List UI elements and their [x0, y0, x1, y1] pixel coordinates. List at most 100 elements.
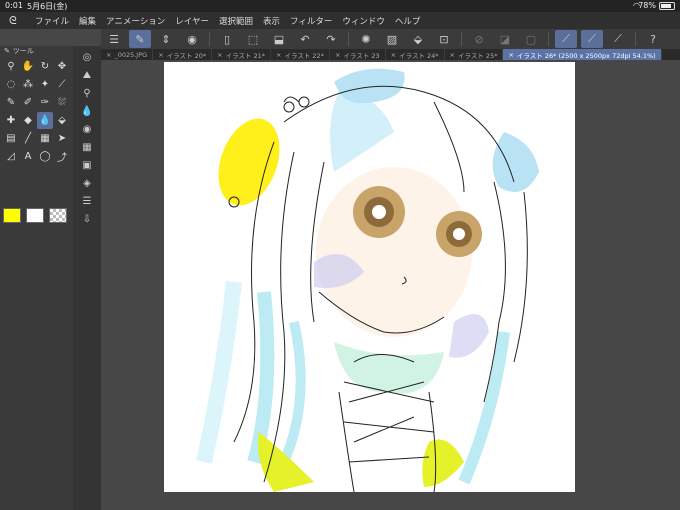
brush-size-icon[interactable]: 💧	[73, 102, 101, 120]
snap-ruler-icon[interactable]: ⟋	[555, 30, 577, 48]
battery-icon	[659, 2, 675, 10]
menu-item-0[interactable]: ファイル	[35, 15, 69, 27]
status-bar: 0:01 5月6日(金) ◠ 78%	[0, 0, 680, 12]
rotate-icon[interactable]: ↻	[37, 58, 53, 75]
menu-icon[interactable]: ☰	[103, 30, 125, 48]
tab-close-icon[interactable]: ×	[335, 51, 340, 59]
snap-grid-icon[interactable]: ⟋	[607, 30, 629, 48]
tool-panel: ✎ ツール ⚲ ✋ ↻ ✥ ◌ ⁂ ✦ ⟋ ✎ ✐ ✑ ⛆ ✚ ◆ 💧 ⬙ ▤ ╱ ▦ ➤ ◿ A ◯ ⤴	[0, 46, 73, 510]
line-icon[interactable]: ╱	[20, 130, 36, 147]
pen-small-icon: ✎	[4, 47, 10, 55]
menu-item-8[interactable]: ヘルプ	[395, 15, 421, 27]
status-date: 5月6日(金)	[27, 2, 68, 11]
export-icon[interactable]: ⇩	[73, 210, 101, 228]
marker-icon[interactable]: ✐	[20, 94, 36, 111]
doc-tab[interactable]: × イラスト 25*	[445, 49, 504, 60]
main-color-swatch[interactable]	[3, 208, 21, 223]
gradient-icon[interactable]: ▤	[3, 130, 19, 147]
lasso-icon[interactable]: ◌	[3, 76, 19, 93]
edit-mode-icon[interactable]: ✎	[129, 30, 151, 48]
text-icon[interactable]: A	[20, 148, 36, 165]
clear-icon[interactable]: ▨	[381, 30, 403, 48]
airbrush-icon[interactable]: ⛆	[54, 94, 70, 111]
tab-label: _0025.JPG	[114, 50, 148, 59]
color-set-icon[interactable]: ▦	[73, 138, 101, 156]
tool-property-icon[interactable]: ⚲	[73, 84, 101, 102]
layer-property-icon[interactable]: ◈	[73, 174, 101, 192]
sub-tool-icon[interactable]: ⛰	[73, 66, 101, 84]
decoration-icon[interactable]: ✚	[3, 112, 19, 129]
tab-close-icon[interactable]: ×	[276, 51, 281, 59]
menu-item-1[interactable]: 編集	[79, 15, 96, 27]
open-file-icon[interactable]: ⬚	[242, 30, 264, 48]
material-icon[interactable]: ▣	[73, 156, 101, 174]
side-icon-bar: ◎ ⛰ ⚲ 💧 ◉ ▦ ▣ ◈ ☰ ⇩	[73, 46, 101, 510]
menu-item-3[interactable]: レイヤー	[175, 15, 209, 27]
frame-icon[interactable]: ▦	[37, 130, 53, 147]
navigator-icon[interactable]: ◎	[73, 48, 101, 66]
sub-color-swatch[interactable]	[26, 208, 44, 223]
tool-panel-title: ツール	[12, 47, 34, 55]
selection-icon[interactable]: ▢	[520, 30, 542, 48]
tab-close-icon[interactable]: ×	[217, 51, 222, 59]
undo-icon[interactable]: ↶	[294, 30, 316, 48]
drawing-canvas[interactable]	[164, 62, 575, 492]
zoom-icon[interactable]: ⚲	[3, 58, 19, 75]
tab-label: イラスト 24*	[399, 51, 439, 60]
menu-item-4[interactable]: 選択範囲	[219, 15, 253, 27]
webcam-icon[interactable]: ◉	[181, 30, 203, 48]
mode-toggle-icon[interactable]: ⇕	[155, 30, 177, 48]
brush-icon[interactable]: ✑	[37, 94, 53, 111]
menu-bar: ᘓ ファイル 編集 アニメーション レイヤー 選択範囲 表示 フィルター ウィンドウ ヘルプ	[0, 12, 680, 29]
hand-icon[interactable]: ✋	[20, 58, 36, 75]
doc-tab[interactable]: × イラスト 26* (2500 x 2500px 72dpi 54.1%)	[503, 49, 662, 60]
operation-icon[interactable]: ➤	[54, 130, 70, 147]
sparkle-icon[interactable]: ✦	[37, 76, 53, 93]
eyedropper-icon[interactable]: ⟋	[54, 76, 70, 93]
tab-close-icon[interactable]: ×	[450, 51, 455, 59]
snap-special-ruler-icon[interactable]: ⟋	[581, 30, 603, 48]
ruler-icon[interactable]: ◿	[3, 148, 19, 165]
doc-tab[interactable]: × イラスト 21*	[212, 49, 272, 60]
help-icon[interactable]: ?	[642, 30, 664, 48]
save-icon[interactable]: ⬓	[268, 30, 290, 48]
menu-item-5[interactable]: 表示	[263, 15, 280, 27]
doc-tab[interactable]: × イラスト 24*	[386, 49, 445, 60]
tab-close-icon[interactable]: ×	[106, 51, 111, 59]
move-icon[interactable]: ✥	[54, 58, 70, 75]
eraser-icon[interactable]: ◆	[20, 112, 36, 129]
menu-item-6[interactable]: フィルター	[290, 15, 332, 27]
redo-icon[interactable]: ↷	[320, 30, 342, 48]
command-bar: ☰ ✎ ⇕ ◉ ▯ ⬚ ⬓ ↶ ↷ ✺ ▨ ⬙ ⊡ ⊘ ◪ ▢ ⟋ ⟋ ⟋ ?	[101, 29, 680, 49]
document-tabs: × _0025.JPG × イラスト 20* × イラスト 21* × イラスト 22* × イラ…	[101, 49, 680, 60]
doc-tab[interactable]: × _0025.JPG	[101, 49, 154, 60]
blend-icon[interactable]: 💧	[37, 112, 53, 129]
tab-close-icon[interactable]: ×	[391, 51, 396, 59]
magic-wand-icon[interactable]: ⁂	[20, 76, 36, 93]
invert-selection-icon[interactable]: ◪	[494, 30, 516, 48]
fill-icon[interactable]: ⬙	[407, 30, 429, 48]
tab-label: イラスト 21*	[225, 51, 266, 60]
doc-tab[interactable]: × イラスト 20*	[153, 49, 213, 60]
balloon-icon[interactable]: ◯	[37, 148, 53, 165]
tab-label: イラスト 23	[343, 51, 380, 60]
tab-close-icon[interactable]: ×	[508, 51, 513, 59]
transparent-color-swatch[interactable]	[49, 208, 67, 223]
fill-icon[interactable]: ⬙	[54, 112, 70, 129]
color-wheel-icon[interactable]: ◉	[73, 120, 101, 138]
loading-icon[interactable]: ✺	[355, 30, 377, 48]
tab-close-icon[interactable]: ×	[158, 51, 163, 59]
deselect-icon[interactable]: ⊘	[468, 30, 490, 48]
transform-icon[interactable]: ⊡	[433, 30, 455, 48]
new-file-icon[interactable]: ▯	[216, 30, 238, 48]
menu-item-2[interactable]: アニメーション	[106, 15, 165, 27]
doc-tab[interactable]: × イラスト 23	[330, 49, 386, 60]
doc-tab[interactable]: × イラスト 22*	[271, 49, 330, 60]
pen-icon[interactable]: ✎	[3, 94, 19, 111]
app-logo-icon[interactable]: ᘓ	[9, 14, 17, 28]
status-time: 0:01	[5, 1, 23, 10]
sketch-illustration	[196, 68, 539, 492]
menu-item-7[interactable]: ウィンドウ	[342, 15, 385, 27]
layer-icon[interactable]: ☰	[73, 192, 101, 210]
correction-icon[interactable]: ⤴	[54, 148, 70, 165]
